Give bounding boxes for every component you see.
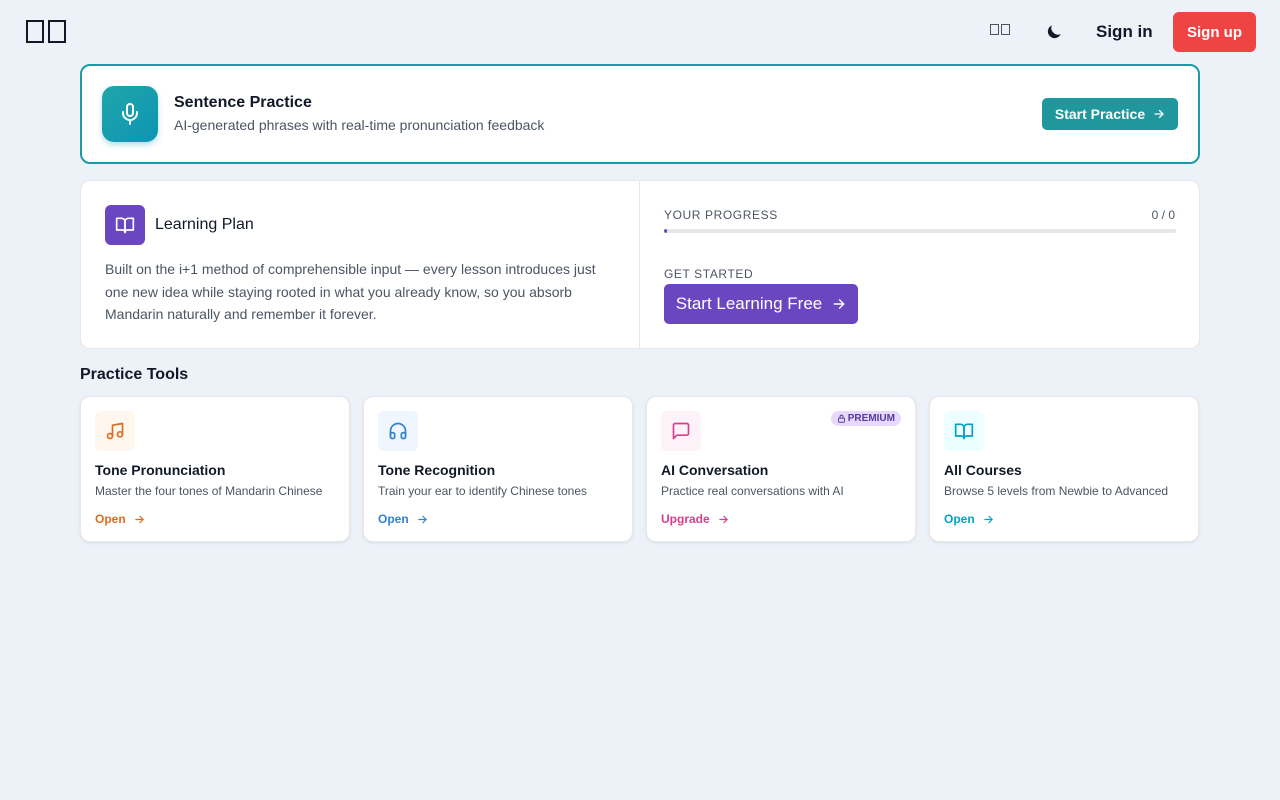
tool-description: Browse 5 levels from Newbie to Advanced <box>944 484 1169 498</box>
music-note-icon <box>95 411 135 451</box>
tool-card-all-courses[interactable]: All Courses Browse 5 levels from Newbie … <box>929 396 1199 542</box>
language-glyph-right <box>1001 24 1010 35</box>
learning-plan-card: Learning Plan Built on the i+1 method of… <box>80 180 1200 349</box>
arrow-right-icon <box>134 515 144 523</box>
logo-glyph-left <box>26 20 44 43</box>
tool-description: Train your ear to identify Chinese tones <box>378 484 587 498</box>
practice-tools-heading: Practice Tools <box>80 366 189 383</box>
tool-card-tone-recognition[interactable]: Tone Recognition Train your ear to ident… <box>363 396 633 542</box>
start-practice-button[interactable]: Start Practice <box>1042 98 1178 130</box>
progress-label: YOUR PROGRESS <box>664 208 778 222</box>
arrow-right-icon <box>1154 109 1164 119</box>
get-started-label: GET STARTED <box>664 267 754 281</box>
logo[interactable] <box>26 20 66 43</box>
arrow-right-icon <box>833 299 845 309</box>
tool-link-label: Open <box>944 512 975 526</box>
logo-glyph-right <box>48 20 66 43</box>
language-glyph-left <box>990 24 999 35</box>
tool-title: Tone Recognition <box>378 462 496 478</box>
top-bar: Sign in Sign up <box>0 0 1280 64</box>
tool-open-link[interactable]: Open <box>95 512 145 526</box>
microphone-icon <box>102 86 158 142</box>
tool-title: Tone Pronunciation <box>95 462 226 478</box>
tool-open-link[interactable]: Open <box>378 512 428 526</box>
moon-icon[interactable] <box>1044 22 1064 42</box>
tool-title: AI Conversation <box>661 462 769 478</box>
open-book-icon <box>944 411 984 451</box>
progress-bar <box>664 229 1176 233</box>
progress-bar-fill <box>664 229 667 233</box>
moon-icon-svg <box>1047 25 1061 39</box>
tool-description: Practice real conversations with AI <box>661 484 844 498</box>
learning-plan-info: Learning Plan Built on the i+1 method of… <box>81 181 640 348</box>
headphones-icon <box>378 411 418 451</box>
banner-title: Sentence Practice <box>174 94 312 111</box>
progress-count: 0 / 0 <box>1151 208 1175 222</box>
tool-card-ai-conversation[interactable]: PREMIUM AI Conversation Practice real co… <box>646 396 916 542</box>
language-switch-icon[interactable] <box>990 24 1010 35</box>
premium-badge-label: PREMIUM <box>847 413 895 424</box>
book-icon <box>105 205 145 245</box>
tool-upgrade-link[interactable]: Upgrade <box>661 512 729 526</box>
tool-description: Master the four tones of Mandarin Chines… <box>95 484 323 498</box>
practice-tools-grid: Tone Pronunciation Master the four tones… <box>80 396 1200 543</box>
start-learning-free-button[interactable]: Start Learning Free <box>664 284 858 324</box>
tool-link-label: Upgrade <box>661 512 710 526</box>
arrow-right-icon <box>983 515 993 523</box>
sentence-practice-banner: Sentence Practice AI-generated phrases w… <box>80 64 1200 164</box>
arrow-right-icon <box>718 515 728 523</box>
tool-link-label: Open <box>95 512 126 526</box>
tool-open-link[interactable]: Open <box>944 512 994 526</box>
tool-card-tone-pronunciation[interactable]: Tone Pronunciation Master the four tones… <box>80 396 350 542</box>
banner-subtitle: AI-generated phrases with real-time pron… <box>174 117 545 133</box>
lock-icon <box>837 414 845 423</box>
start-learning-free-label: Start Learning Free <box>675 294 823 313</box>
premium-badge: PREMIUM <box>830 411 901 426</box>
learning-plan-title: Learning Plan <box>155 216 254 233</box>
arrow-right-icon <box>417 515 427 523</box>
learning-plan-description: Built on the i+1 method of comprehensibl… <box>105 261 596 322</box>
chat-bubble-icon <box>661 411 701 451</box>
start-practice-label: Start Practice <box>1054 106 1146 122</box>
sign-up-button[interactable]: Sign up <box>1173 12 1256 52</box>
sign-in-button[interactable]: Sign in <box>1088 18 1161 46</box>
tool-link-label: Open <box>378 512 409 526</box>
tool-title: All Courses <box>944 462 1022 478</box>
